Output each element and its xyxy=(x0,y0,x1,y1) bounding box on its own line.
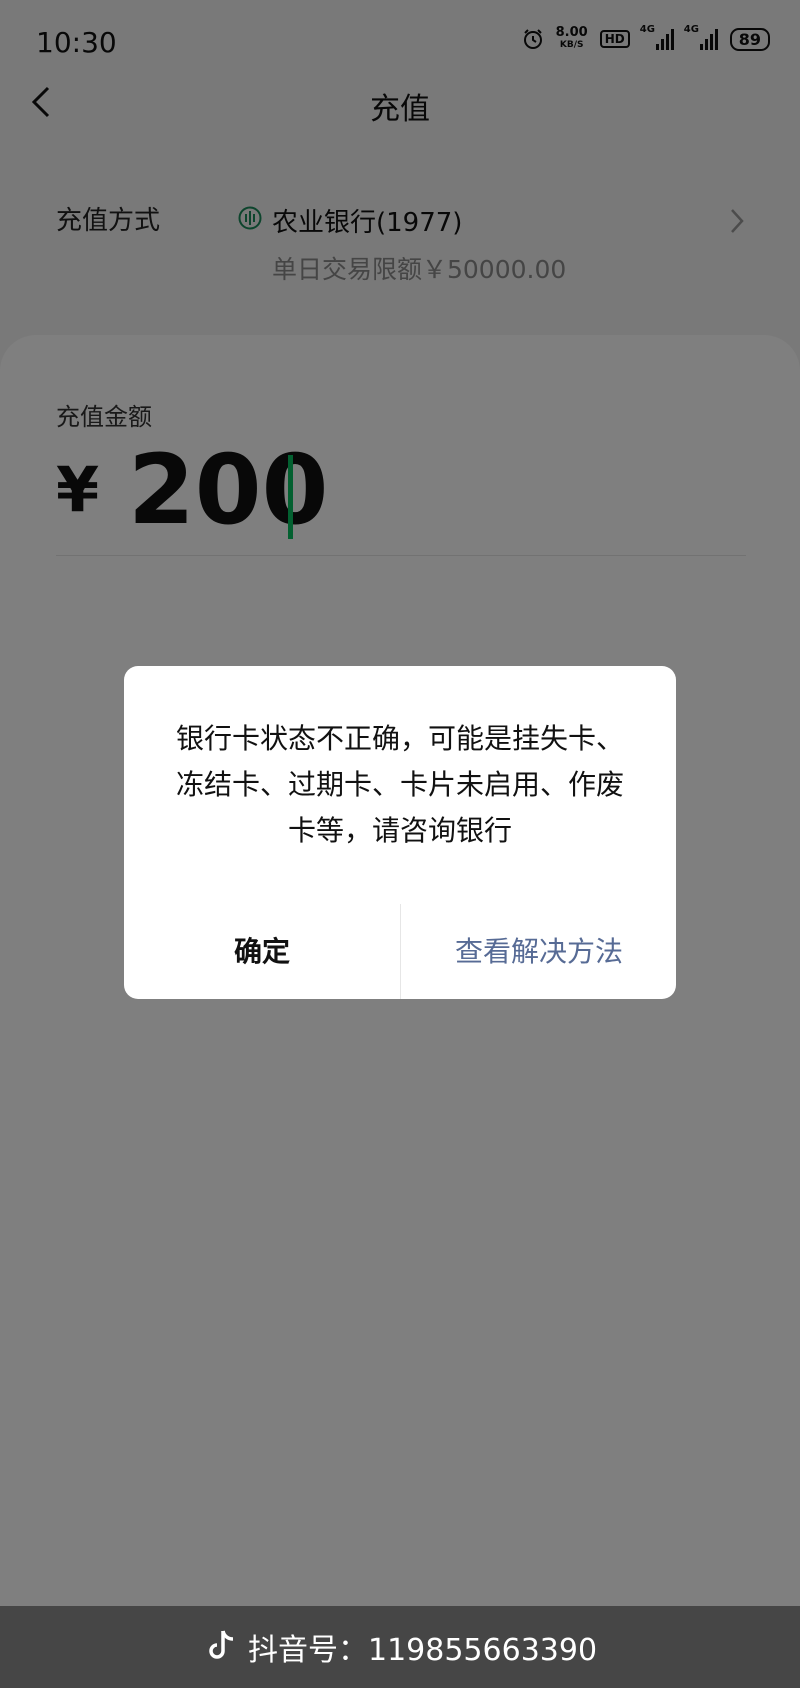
confirm-button[interactable]: 确定 xyxy=(124,904,400,999)
watermark-text: 抖音号：11985566339​0 xyxy=(248,1633,598,1668)
view-solution-button[interactable]: 查看解决方法 xyxy=(401,904,676,999)
dialog-message: 银行卡状态不正确，可能是挂失卡、冻结卡、过期卡、卡片未启用、作废卡等，请咨询银行 xyxy=(175,722,624,847)
alert-dialog: 银行卡状态不正确，可能是挂失卡、冻结卡、过期卡、卡片未启用、作废卡等，请咨询银行… xyxy=(124,666,676,999)
tiktok-logo-icon xyxy=(209,1630,234,1659)
